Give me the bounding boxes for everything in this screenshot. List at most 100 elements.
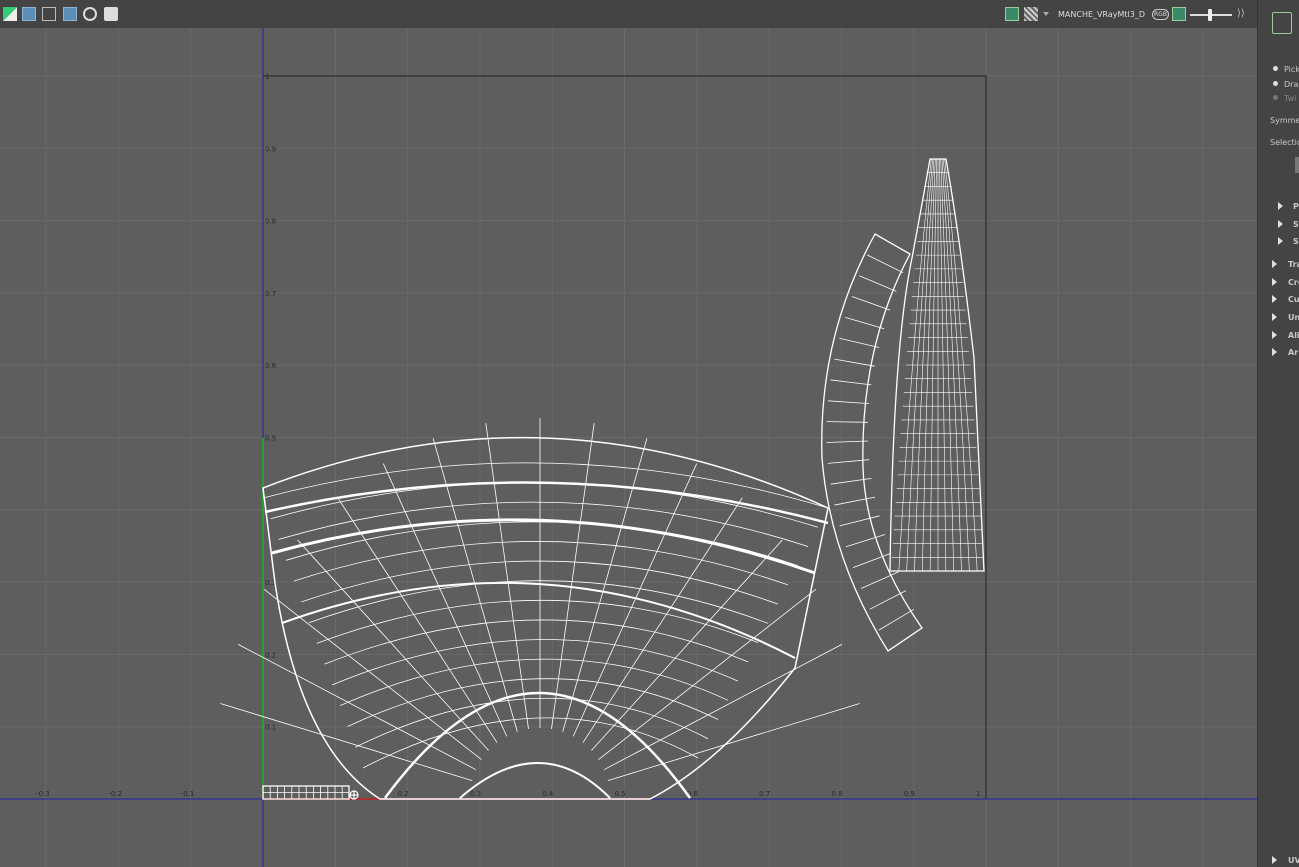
section-label: Cre — [1288, 278, 1299, 287]
u-axis-label: 0.3 — [470, 790, 481, 798]
u-axis-label: 1 — [976, 790, 980, 798]
u-axis-label: 0.4 — [542, 790, 554, 798]
uv-edge — [839, 337, 880, 348]
uv-edge — [830, 379, 872, 386]
uv-edge — [551, 423, 595, 730]
section-label: Ali — [1288, 331, 1299, 340]
snapshot-camera-icon[interactable] — [104, 7, 118, 21]
tweak-radio[interactable] — [1273, 95, 1278, 100]
uv-edge — [362, 717, 699, 769]
section-label: Un — [1288, 313, 1299, 322]
pick-radio-label: Pick — [1284, 65, 1299, 74]
uv-edge — [851, 296, 891, 311]
v-axis-label: 0.2 — [265, 651, 276, 659]
v-axis-label: 0.7 — [265, 290, 276, 298]
uv-shell-small[interactable] — [262, 785, 350, 800]
u-axis-label: -0.3 — [36, 790, 50, 798]
tweak-radio-label: Twi — [1284, 94, 1297, 103]
uv-edge — [878, 608, 915, 631]
expand-arrow-icon — [1272, 313, 1277, 321]
expand-arrow-icon — [1278, 237, 1283, 245]
v-axis-label: 0.6 — [265, 362, 277, 370]
section-label: Pi — [1293, 202, 1299, 211]
section-label: UV — [1288, 856, 1299, 865]
uv-edge — [827, 400, 870, 404]
uv-edge — [582, 497, 743, 743]
u-axis-label: 0.7 — [759, 790, 770, 798]
uv-edge — [332, 639, 739, 686]
toolkit-tool-icon[interactable] — [1272, 12, 1292, 34]
v-axis-label: 1 — [265, 73, 269, 81]
uv-edge — [485, 423, 529, 730]
u-axis-label: 0.2 — [398, 790, 409, 798]
symmetry-label: Symme — [1270, 116, 1299, 125]
expand-arrow-icon — [1272, 260, 1277, 268]
image-ratio-icon[interactable] — [1172, 7, 1186, 21]
expand-arrow-icon — [1272, 856, 1277, 864]
exposure-slider-handle[interactable] — [1208, 9, 1212, 21]
uv-edge — [278, 501, 809, 547]
uv-edge — [293, 541, 789, 586]
uv-edge — [355, 697, 709, 748]
uv-edge — [866, 254, 904, 274]
uv-edge — [845, 534, 886, 548]
uv-edge — [598, 589, 817, 760]
uv-edge — [603, 643, 843, 771]
uv-edge — [262, 462, 829, 509]
gamma-icon[interactable]: ⟩⟩ — [1237, 8, 1245, 19]
uv-edge — [859, 275, 897, 292]
section-label: Cu — [1288, 295, 1299, 304]
section-label: Se — [1293, 220, 1299, 229]
uv-edge — [845, 317, 885, 330]
uv-edge — [337, 497, 498, 743]
u-axis-label: -0.1 — [181, 790, 195, 798]
u-axis-label: 0.8 — [831, 790, 842, 798]
uv-edge — [826, 440, 869, 443]
uv-edge — [237, 643, 477, 771]
uv-edge — [869, 590, 907, 610]
expand-arrow-icon — [1272, 331, 1277, 339]
uv-editor-toolbar: MANCHE_VRayMtl3_D RGB ⟩⟩ — [0, 0, 1257, 29]
v-axis-label: 0.1 — [265, 724, 276, 732]
uv-edge — [324, 619, 749, 665]
exposure-slider[interactable] — [1190, 9, 1232, 21]
uv-edge — [316, 599, 759, 644]
drag-radio-label: Dra — [1284, 80, 1299, 89]
u-axis-label: 0.9 — [904, 790, 915, 798]
checker-map-icon[interactable] — [3, 7, 17, 21]
expand-arrow-icon — [1272, 278, 1277, 286]
uv-grid-button[interactable] — [63, 7, 77, 21]
section-label: Se — [1293, 237, 1299, 246]
section-label: Tra — [1288, 260, 1299, 269]
uv-edge — [830, 478, 872, 485]
dropdown-arrow-icon[interactable] — [1043, 12, 1049, 16]
drag-radio[interactable] — [1273, 81, 1278, 86]
expand-arrow-icon — [1278, 202, 1283, 210]
selection-swatch[interactable] — [1295, 157, 1299, 173]
uv-edge — [826, 421, 868, 423]
wireframe-shading-button[interactable] — [22, 7, 36, 21]
uv-viewport[interactable]: -0.3 -0.2 -0.1 0.2 0.3 0.4 0.5 0.6 0.7 0.8 0.9 1 1 0.… — [0, 28, 1257, 867]
v-axis-label: 0.5 — [265, 435, 276, 443]
expand-arrow-icon — [1272, 295, 1277, 303]
texture-borders-button[interactable] — [42, 7, 56, 21]
rgb-channel-button[interactable]: RGB — [1152, 9, 1169, 20]
manipulator-pivot-icon[interactable] — [349, 790, 359, 800]
uv-canvas[interactable]: -0.3 -0.2 -0.1 0.2 0.3 0.4 0.5 0.6 0.7 0.8 0.9 1 1 0.… — [0, 28, 1257, 867]
uv-edge — [297, 539, 489, 751]
uv-edge — [347, 678, 719, 727]
image-display-icon[interactable] — [1005, 7, 1019, 21]
uv-edge — [263, 589, 482, 760]
uv-toolkit-panel: Pick Dra Twi Symme Selectio Pi Se Se Tra… — [1257, 0, 1299, 867]
checkerboard-icon[interactable] — [1024, 7, 1038, 21]
u-axis-label: 0.5 — [615, 790, 626, 798]
uv-edge — [607, 703, 860, 781]
expand-arrow-icon — [1272, 348, 1277, 356]
material-name-label[interactable]: MANCHE_VRayMtl3_D — [1058, 10, 1145, 19]
v-axis-label: 0.8 — [265, 218, 276, 226]
u-axis-label: -0.2 — [108, 790, 122, 798]
pivot-icon[interactable] — [83, 7, 97, 21]
uv-grid — [0, 28, 1257, 867]
pick-radio[interactable] — [1273, 66, 1278, 71]
uv-shell-main[interactable] — [220, 418, 860, 800]
